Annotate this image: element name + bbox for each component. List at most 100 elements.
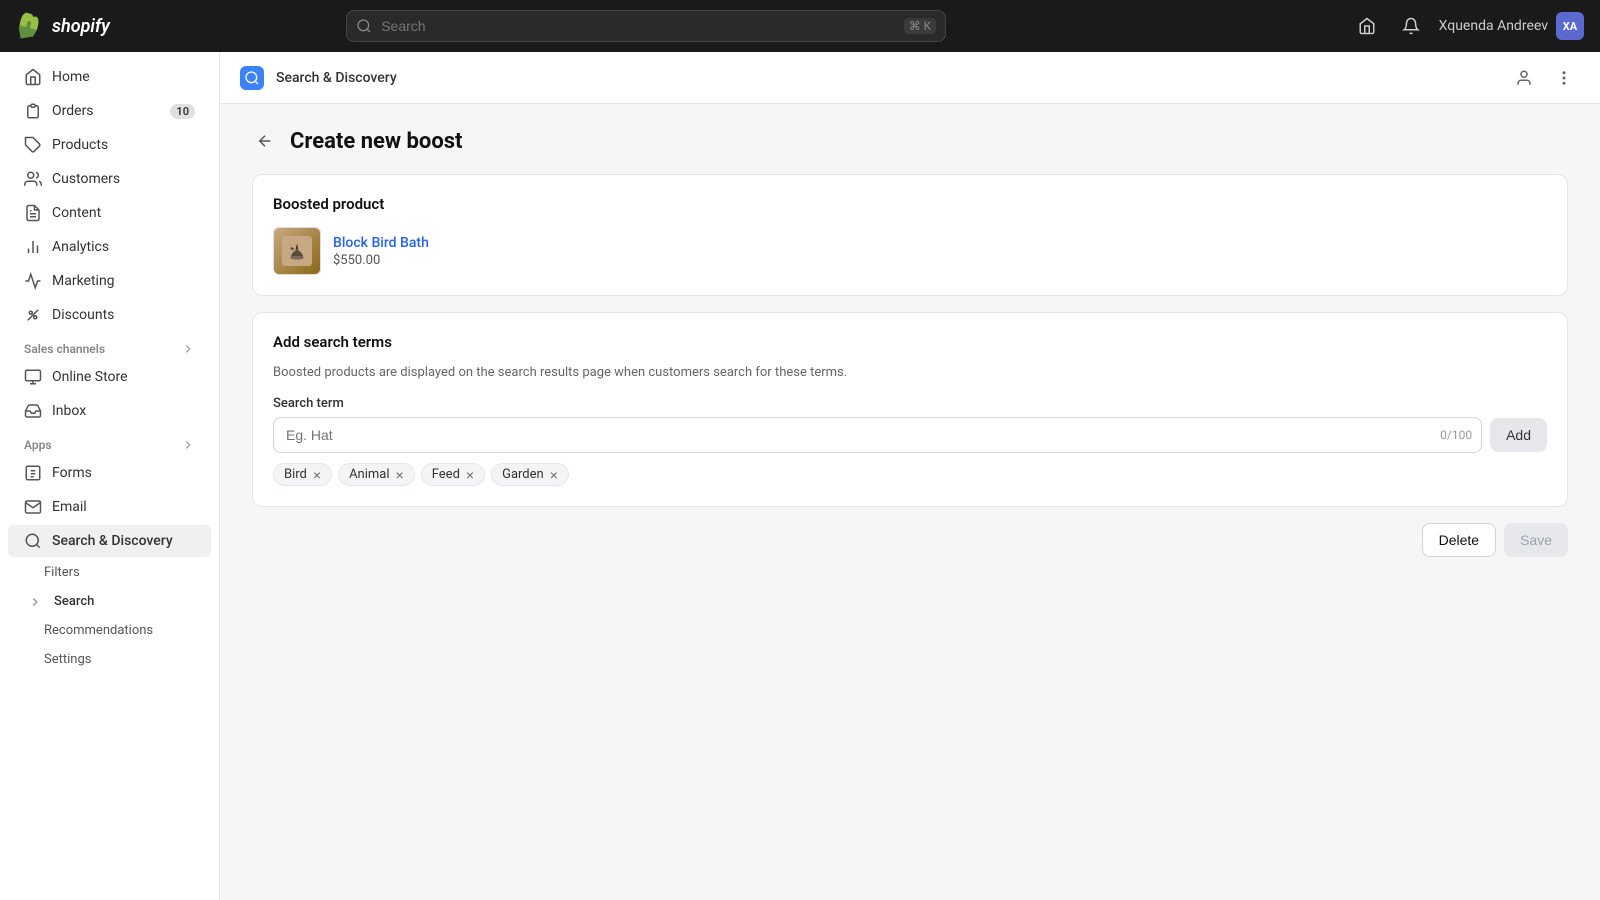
content-area: Search & Discovery Create new boost Bo <box>220 52 1600 900</box>
content-icon <box>24 204 42 222</box>
tag: Animal × <box>338 463 415 486</box>
sidebar-home-label: Home <box>52 69 195 85</box>
sidebar-sub-search[interactable]: Search <box>8 588 211 615</box>
person-icon <box>1515 69 1533 87</box>
orders-icon <box>24 102 42 120</box>
app-header-actions <box>1508 62 1580 94</box>
product-name-link[interactable]: Block Bird Bath <box>333 235 429 251</box>
apps-title: Apps <box>24 438 52 452</box>
user-menu[interactable]: Xquenda Andreev XA <box>1439 12 1584 40</box>
orders-badge: 10 <box>170 104 195 119</box>
arrow-left-icon <box>256 132 274 150</box>
boosted-product-title: Boosted product <box>273 195 1547 213</box>
logo-text: shopify <box>52 16 110 37</box>
discounts-icon <box>24 306 42 324</box>
home-icon <box>24 68 42 86</box>
global-search-input[interactable] <box>346 10 946 42</box>
logo[interactable]: shopify <box>16 12 136 40</box>
delete-button[interactable]: Delete <box>1422 523 1496 557</box>
notifications-btn[interactable] <box>1395 10 1427 42</box>
page-footer: Delete Save <box>252 523 1568 557</box>
sidebar-settings-label: Settings <box>44 652 91 667</box>
tag-remove-button[interactable]: × <box>550 468 558 482</box>
sidebar-search-discovery-label: Search & Discovery <box>52 533 195 549</box>
back-button[interactable] <box>252 128 278 154</box>
page-content: Create new boost Boosted product <box>220 104 1600 900</box>
store-icon-btn[interactable] <box>1351 10 1383 42</box>
sidebar-search-label: Search <box>54 594 94 609</box>
sidebar-orders-label: Orders <box>52 103 160 119</box>
search-term-input-wrap: 0/100 Add <box>273 417 1547 453</box>
customers-icon <box>24 170 42 188</box>
search-discovery-nav-icon <box>24 532 42 550</box>
store-icon <box>1358 17 1376 35</box>
product-row: Block Bird Bath $550.00 <box>273 227 1547 275</box>
sidebar-item-home[interactable]: Home <box>8 61 211 93</box>
search-area: ⌘ K <box>346 10 946 42</box>
bell-icon <box>1402 17 1420 35</box>
sidebar-sub-filters[interactable]: Filters <box>8 559 211 586</box>
tag: Feed × <box>421 463 485 486</box>
sidebar-item-customers[interactable]: Customers <box>8 163 211 195</box>
sidebar-item-inbox[interactable]: Inbox <box>8 395 211 427</box>
sidebar-item-analytics[interactable]: Analytics <box>8 231 211 263</box>
search-shortcut: ⌘ K <box>904 18 937 34</box>
sidebar-item-online-store[interactable]: Online Store <box>8 361 211 393</box>
search-terms-card: Add search terms Boosted products are di… <box>252 312 1568 507</box>
marketing-icon <box>24 272 42 290</box>
sales-channels-section[interactable]: Sales channels <box>8 332 211 360</box>
sidebar-item-orders[interactable]: Orders 10 <box>8 95 211 127</box>
sidebar-marketing-label: Marketing <box>52 273 195 289</box>
boosted-product-card: Boosted product Block Bird Bath <box>252 174 1568 296</box>
arrow-right-icon <box>28 595 42 609</box>
sidebar-online-store-label: Online Store <box>52 369 195 385</box>
tags-wrap: Bird×Animal×Feed×Garden× <box>273 463 1547 486</box>
search-term-label: Search term <box>273 396 1547 411</box>
app-search-icon <box>244 70 260 86</box>
tag-remove-button[interactable]: × <box>313 468 321 482</box>
apps-section[interactable]: Apps <box>8 428 211 456</box>
sidebar-item-forms[interactable]: Forms <box>8 457 211 489</box>
sidebar-filters-label: Filters <box>44 565 80 580</box>
product-info: Block Bird Bath $550.00 <box>333 235 429 268</box>
sidebar: Home Orders 10 Products Customers Conten… <box>0 52 220 900</box>
more-options-btn[interactable] <box>1548 62 1580 94</box>
tag: Garden× <box>491 463 569 486</box>
search-term-input[interactable] <box>273 417 1482 453</box>
topbar: shopify ⌘ K Xquenda Andreev XA <box>0 0 1600 52</box>
sidebar-item-content[interactable]: Content <box>8 197 211 229</box>
tag-remove-button[interactable]: × <box>466 468 474 482</box>
sales-channels-title: Sales channels <box>24 342 105 356</box>
search-terms-subtitle: Boosted products are displayed on the se… <box>273 365 1547 380</box>
chevron-right-icon <box>181 342 195 356</box>
sidebar-item-discounts[interactable]: Discounts <box>8 299 211 331</box>
product-price: $550.00 <box>333 253 429 268</box>
sidebar-item-search-discovery[interactable]: Search & Discovery <box>8 525 211 557</box>
person-btn[interactable] <box>1508 62 1540 94</box>
tag-label: Feed <box>432 467 460 482</box>
sidebar-sub-settings[interactable]: Settings <box>8 646 211 673</box>
sidebar-item-marketing[interactable]: Marketing <box>8 265 211 297</box>
sidebar-item-products[interactable]: Products <box>8 129 211 161</box>
tag-remove-button[interactable]: × <box>396 468 404 482</box>
save-button[interactable]: Save <box>1504 523 1568 557</box>
user-name: Xquenda Andreev <box>1439 18 1548 34</box>
forms-icon <box>24 464 42 482</box>
tag: Bird× <box>273 463 332 486</box>
online-store-icon <box>24 368 42 386</box>
product-thumbnail <box>273 227 321 275</box>
more-icon <box>1555 69 1573 87</box>
sidebar-content-label: Content <box>52 205 195 221</box>
products-icon <box>24 136 42 154</box>
sidebar-sub-recommendations[interactable]: Recommendations <box>8 617 211 644</box>
sidebar-email-label: Email <box>52 499 195 515</box>
tag-label: Animal <box>349 467 389 482</box>
add-button[interactable]: Add <box>1490 418 1547 452</box>
sidebar-analytics-label: Analytics <box>52 239 195 255</box>
sidebar-item-email[interactable]: Email <box>8 491 211 523</box>
sidebar-customers-label: Customers <box>52 171 195 187</box>
sidebar-products-label: Products <box>52 137 195 153</box>
topbar-right: Xquenda Andreev XA <box>1351 10 1584 42</box>
sidebar-recommendations-label: Recommendations <box>44 623 153 638</box>
sidebar-inbox-label: Inbox <box>52 403 195 419</box>
